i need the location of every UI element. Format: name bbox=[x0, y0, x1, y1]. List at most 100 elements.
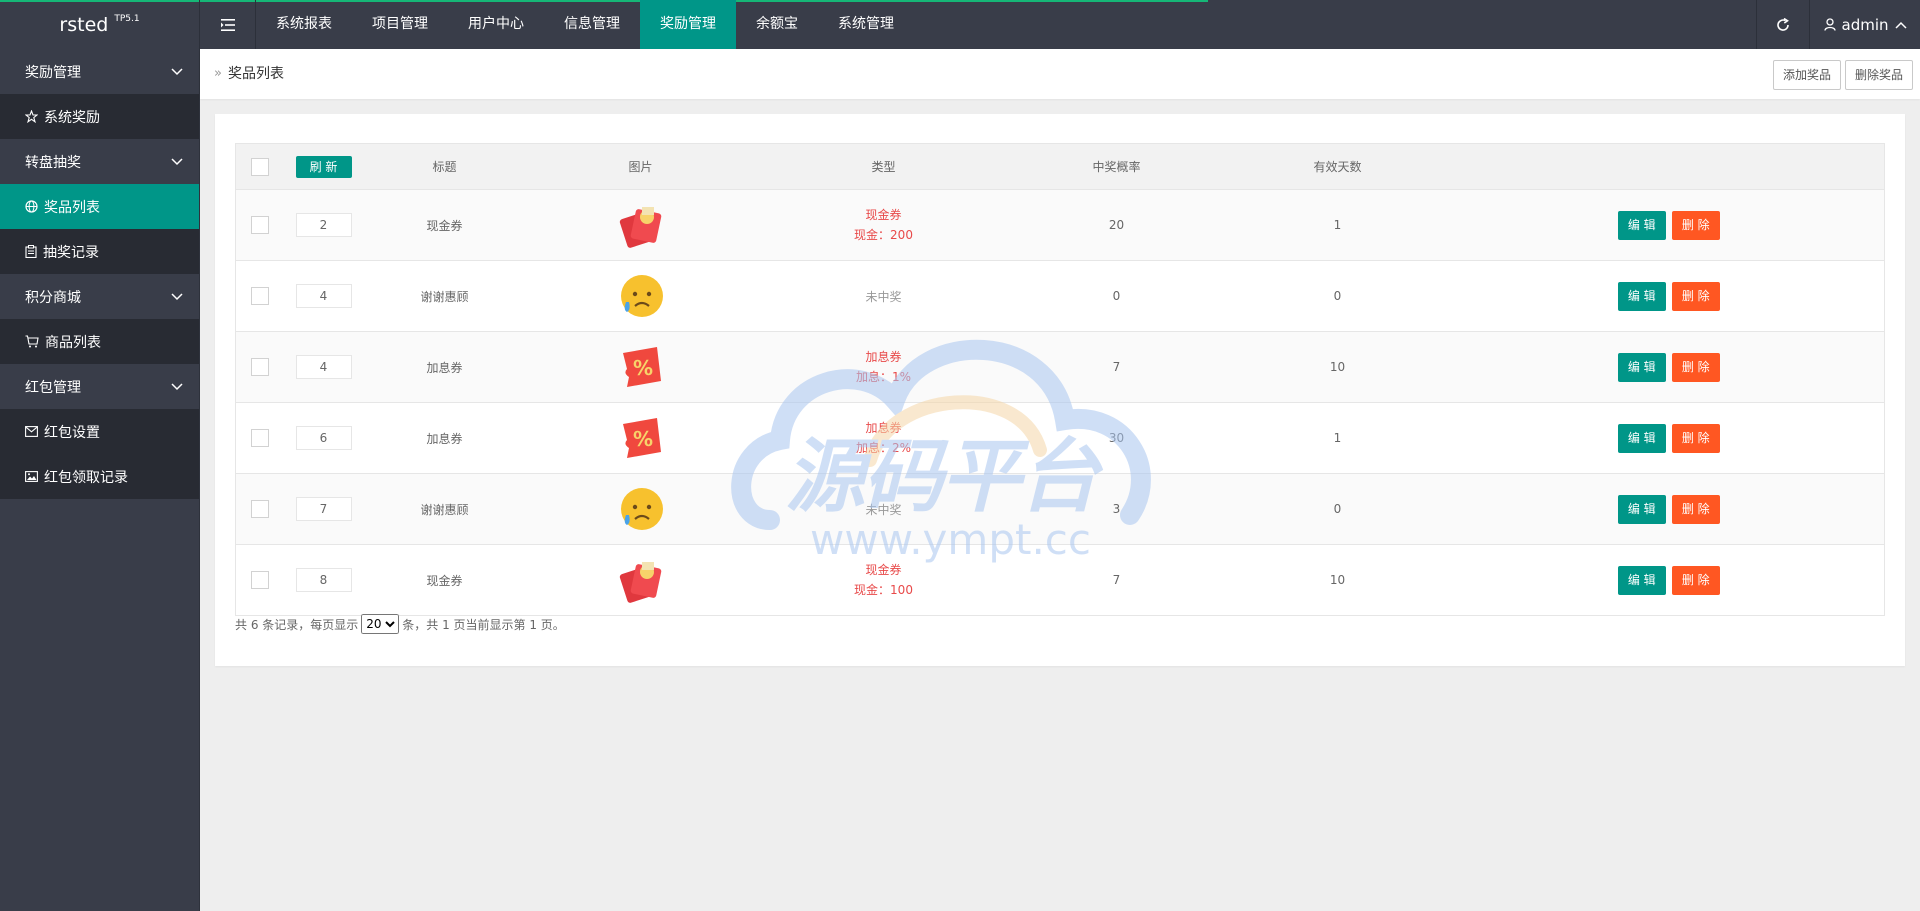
logo-text: rsted bbox=[59, 13, 109, 36]
pager-prefix: 共 6 条记录，每页显示 bbox=[235, 617, 359, 632]
picture-cell bbox=[525, 260, 756, 332]
valid-days-cell: 0 bbox=[1221, 473, 1454, 545]
nav-item-system[interactable]: 系统管理 bbox=[818, 0, 914, 49]
menu-toggle-button[interactable] bbox=[200, 0, 256, 49]
type-cell: 未中奖 bbox=[755, 473, 1012, 545]
delete-button[interactable]: 删 除 bbox=[1671, 210, 1720, 240]
chevron-up-icon bbox=[1894, 21, 1907, 29]
edit-button[interactable]: 编 辑 bbox=[1617, 565, 1666, 595]
user-icon bbox=[1823, 18, 1836, 31]
nav-item-users[interactable]: 用户中心 bbox=[448, 0, 544, 49]
table-refresh-button[interactable]: 刷 新 bbox=[295, 155, 352, 178]
edit-button[interactable]: 编 辑 bbox=[1617, 210, 1666, 240]
add-prize-button[interactable]: 添加奖品 bbox=[1772, 60, 1841, 90]
delete-button[interactable]: 删 除 bbox=[1671, 565, 1720, 595]
type-detail: 加息：1% bbox=[855, 370, 912, 384]
sidebar-item-system-rewards[interactable]: 系统奖励 bbox=[0, 94, 199, 139]
select-all-checkbox[interactable] bbox=[250, 157, 269, 176]
sidebar-group-wheel[interactable]: 转盘抽奖 bbox=[0, 139, 199, 184]
row-checkbox[interactable] bbox=[250, 571, 269, 589]
sidebar-group-label: 奖励管理 bbox=[25, 64, 81, 81]
sidebar-item-product-list[interactable]: 商品列表 bbox=[0, 319, 199, 364]
type-detail: 现金：200 bbox=[854, 228, 913, 242]
nav-item-balance[interactable]: 余额宝 bbox=[736, 0, 818, 49]
row-checkbox[interactable] bbox=[250, 429, 269, 447]
chevron-down-icon bbox=[171, 157, 183, 165]
sort-cell bbox=[283, 189, 364, 261]
type-cell: 加息券 加息：2% bbox=[755, 402, 1012, 474]
edit-button[interactable]: 编 辑 bbox=[1617, 494, 1666, 524]
sort-order-input[interactable] bbox=[295, 355, 352, 379]
sidebar-item-redpacket-settings[interactable]: 红包设置 bbox=[0, 409, 199, 454]
sidebar-item-label: 商品列表 bbox=[45, 334, 101, 351]
delete-button[interactable]: 删 除 bbox=[1671, 352, 1720, 382]
sort-order-input[interactable] bbox=[295, 284, 352, 308]
type-cell: 未中奖 bbox=[755, 260, 1012, 332]
edit-button[interactable]: 编 辑 bbox=[1617, 423, 1666, 453]
sidebar-item-prize-list[interactable]: 奖品列表 bbox=[0, 184, 199, 229]
breadcrumb-current: 奖品列表 bbox=[227, 66, 284, 82]
row-select-cell bbox=[235, 544, 284, 616]
row-select-cell bbox=[235, 189, 284, 261]
type-detail: 现金：100 bbox=[854, 583, 913, 597]
page-size-select[interactable]: 20 bbox=[361, 614, 400, 634]
delete-prize-button[interactable]: 删除奖品 bbox=[1844, 60, 1913, 90]
sort-order-input[interactable] bbox=[295, 426, 352, 450]
delete-button[interactable]: 删 除 bbox=[1671, 423, 1720, 453]
valid-days-cell: 1 bbox=[1221, 189, 1454, 261]
redpacket-icon bbox=[617, 556, 665, 604]
nav-item-info[interactable]: 信息管理 bbox=[544, 0, 640, 49]
chevron-down-icon bbox=[171, 292, 183, 300]
chevron-down-icon bbox=[171, 67, 183, 75]
table-row: 现金券现金券现金：100710编 辑删 除 bbox=[235, 544, 1885, 616]
sort-order-input[interactable] bbox=[295, 497, 352, 521]
type-label: 加息券 bbox=[865, 350, 902, 364]
sidebar-item-draw-records[interactable]: 抽奖记录 bbox=[0, 229, 199, 274]
globe-icon bbox=[25, 200, 38, 213]
table-row: 谢谢惠顾未中奖30编 辑删 除 bbox=[235, 473, 1885, 545]
nav-item-reports[interactable]: 系统报表 bbox=[256, 0, 352, 49]
sidebar-item-label: 抽奖记录 bbox=[43, 244, 99, 261]
top-nav: 系统报表 项目管理 用户中心 信息管理 奖励管理 余额宝 系统管理 bbox=[256, 0, 914, 49]
user-menu[interactable]: admin bbox=[1809, 0, 1920, 49]
valid-days-cell: 10 bbox=[1221, 544, 1454, 616]
picture-icon bbox=[25, 471, 38, 482]
col-header-picture: 图片 bbox=[525, 143, 756, 190]
nav-item-projects[interactable]: 项目管理 bbox=[352, 0, 448, 49]
row-select-cell bbox=[235, 402, 284, 474]
row-checkbox[interactable] bbox=[250, 287, 269, 305]
actions-cell: 编 辑删 除 bbox=[1453, 260, 1885, 332]
sort-cell bbox=[283, 402, 364, 474]
sidebar-group-points-mall[interactable]: 积分商城 bbox=[0, 274, 199, 319]
valid-days-cell: 10 bbox=[1221, 331, 1454, 403]
prize-table: 刷 新 标题 图片 类型 中奖概率 有效天数 现金券现金券现金：200201编 … bbox=[235, 143, 1885, 616]
row-select-cell bbox=[235, 260, 284, 332]
sidebar-group-label: 红包管理 bbox=[25, 379, 81, 396]
row-checkbox[interactable] bbox=[250, 358, 269, 376]
sidebar-group-redpacket[interactable]: 红包管理 bbox=[0, 364, 199, 409]
breadcrumb-bar: » 奖品列表 添加奖品 删除奖品 bbox=[200, 49, 1920, 99]
sidebar-item-redpacket-records[interactable]: 红包领取记录 bbox=[0, 454, 199, 499]
edit-button[interactable]: 编 辑 bbox=[1617, 281, 1666, 311]
sad-face-icon bbox=[617, 272, 665, 320]
content-card: 刷 新 标题 图片 类型 中奖概率 有效天数 现金券现金券现金：200201编 … bbox=[215, 114, 1905, 666]
sidebar-group-rewards[interactable]: 奖励管理 bbox=[0, 49, 199, 94]
type-cell: 加息券加息：1% bbox=[755, 331, 1012, 403]
delete-button[interactable]: 删 除 bbox=[1671, 494, 1720, 524]
pager-suffix: 条，共 1 页当前显示第 1 页。 bbox=[402, 617, 565, 632]
sort-order-input[interactable] bbox=[295, 568, 352, 592]
row-checkbox[interactable] bbox=[250, 500, 269, 518]
edit-button[interactable]: 编 辑 bbox=[1617, 352, 1666, 382]
probability-cell: 20 bbox=[1011, 189, 1222, 261]
logo[interactable]: rsted TP5.1 bbox=[0, 0, 200, 49]
title-cell: 现金券 bbox=[363, 189, 526, 261]
table-header-row: 刷 新 标题 图片 类型 中奖概率 有效天数 bbox=[235, 143, 1885, 190]
row-checkbox[interactable] bbox=[250, 216, 269, 234]
breadcrumb: » 奖品列表 bbox=[214, 49, 284, 99]
valid-days-cell: 0 bbox=[1221, 260, 1454, 332]
star-icon bbox=[25, 110, 38, 123]
delete-button[interactable]: 删 除 bbox=[1671, 281, 1720, 311]
sort-order-input[interactable] bbox=[295, 213, 352, 237]
nav-item-rewards[interactable]: 奖励管理 bbox=[640, 0, 736, 49]
page-refresh-button[interactable] bbox=[1756, 0, 1809, 49]
